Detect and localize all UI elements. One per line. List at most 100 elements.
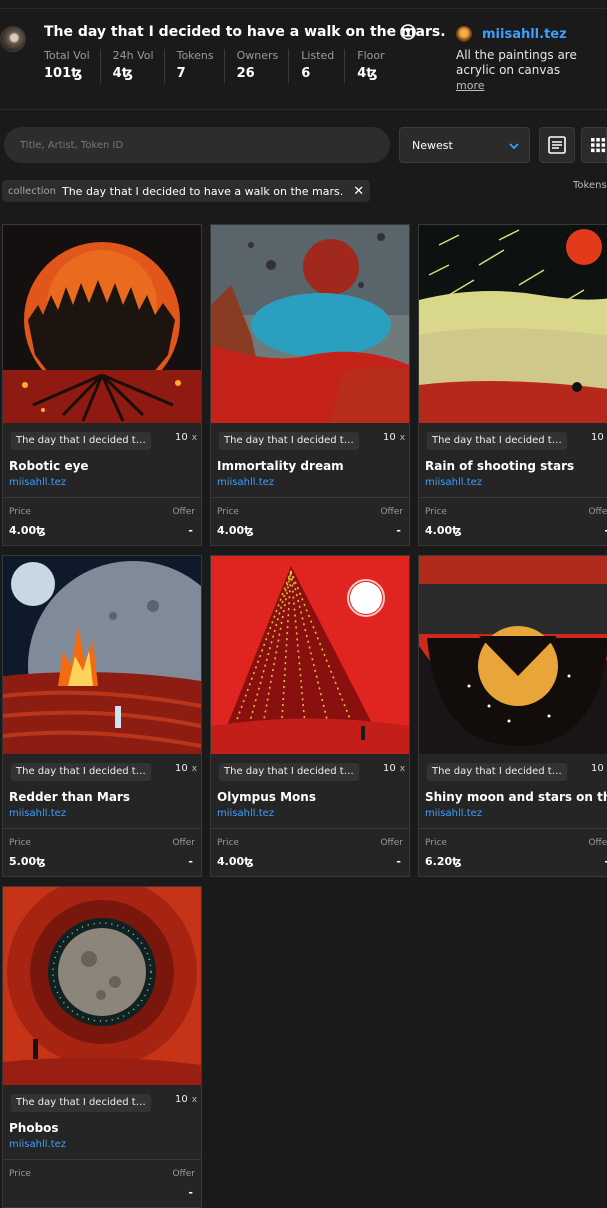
card-creator[interactable]: miisahll.tez <box>425 808 482 819</box>
search-box[interactable] <box>4 127 390 163</box>
stat-value: 4ꜩ <box>357 66 378 81</box>
tokens-label: Tokens <box>573 180 607 191</box>
more-link[interactable]: more <box>456 79 485 92</box>
stat-floor: Floor 4ꜩ <box>357 49 394 83</box>
header-divider <box>0 109 607 110</box>
card-collection-tag[interactable]: The day that I decided to have a walk on… <box>427 763 567 781</box>
artist-link[interactable]: miisahll.tez <box>456 26 567 42</box>
offer-label: Offer <box>172 507 195 517</box>
stat-value: 26 <box>236 66 255 81</box>
card-title[interactable]: Immortality dream <box>217 459 344 473</box>
card-price: 4.00ꜩ <box>9 524 46 537</box>
card-divider <box>419 497 607 498</box>
collection-stats: Total Vol 101ꜩ 24h Vol 4ꜩ Tokens 7 Owner… <box>44 49 407 83</box>
times-icon: x <box>399 764 406 774</box>
close-icon[interactable]: ✕ <box>353 184 364 199</box>
artwork-image[interactable] <box>3 887 201 1085</box>
stat-value: 4ꜩ <box>112 66 133 81</box>
card-creator[interactable]: miisahll.tez <box>9 808 66 819</box>
stat-listed: Listed 6 <box>301 49 346 83</box>
card-editions: 10x <box>383 432 405 443</box>
card-collection-tag[interactable]: The day that I decided to have a walk on… <box>11 432 151 450</box>
card-divider <box>211 497 409 498</box>
card-collection-tag[interactable]: The day that I decided to have a walk on… <box>11 763 151 781</box>
chip-key: collection <box>8 185 56 197</box>
artist-name[interactable]: miisahll.tez <box>482 27 567 42</box>
times-icon: x <box>399 433 406 443</box>
token-card[interactable]: The day that I decided to have a walk on… <box>210 224 410 546</box>
artist-description: All the paintings are acrylic on canvas <box>456 48 577 77</box>
card-title[interactable]: Robotic eye <box>9 459 89 473</box>
card-collection-tag[interactable]: The day that I decided to have a walk on… <box>219 763 359 781</box>
card-collection-tag[interactable]: The day that I decided to have a walk on… <box>11 1094 151 1112</box>
artwork-image[interactable] <box>3 556 201 754</box>
card-collection-tag[interactable]: The day that I decided to have a walk on… <box>219 432 359 450</box>
card-collection-tag[interactable]: The day that I decided to have a walk on… <box>427 432 567 450</box>
price-label: Price <box>425 507 447 517</box>
token-card[interactable]: The day that I decided to have a walk on… <box>2 555 202 877</box>
artwork-image[interactable] <box>211 556 409 754</box>
price-label: Price <box>9 838 31 848</box>
card-title[interactable]: Redder than Mars <box>9 790 130 804</box>
offer-label: Offer <box>172 1169 195 1179</box>
grid-view-icon <box>591 137 606 152</box>
chip-value: The day that I decided to have a walk on… <box>61 184 344 198</box>
artwork-image[interactable] <box>211 225 409 423</box>
token-card[interactable]: The day that I decided to have a walk on… <box>2 886 202 1208</box>
card-divider <box>3 828 201 829</box>
artwork-image[interactable] <box>419 556 607 754</box>
grid-view-button[interactable] <box>581 127 607 163</box>
card-editions: 10x <box>383 763 405 774</box>
collection-title: The day that I decided to have a walk on… <box>44 24 446 40</box>
price-label: Price <box>217 507 239 517</box>
card-offer: - <box>396 524 401 537</box>
times-icon: x <box>191 764 198 774</box>
card-divider <box>419 828 607 829</box>
editions-count: 10 <box>591 763 604 774</box>
stat-24h-vol: 24h Vol 4ꜩ <box>113 49 165 83</box>
sort-dropdown[interactable]: Newest <box>399 127 530 163</box>
artwork-image[interactable] <box>419 225 607 423</box>
card-title[interactable]: Rain of shooting stars <box>425 459 574 473</box>
editions-count: 10 <box>175 432 188 443</box>
stat-tokens: Tokens 7 <box>177 49 225 83</box>
stat-label: Listed <box>301 49 335 62</box>
card-price: 4.00ꜩ <box>425 524 462 537</box>
token-card[interactable]: The day that I decided to have a walk on… <box>2 224 202 546</box>
card-creator[interactable]: miisahll.tez <box>425 477 482 488</box>
collection-avatar[interactable] <box>0 26 26 52</box>
editions-count: 10 <box>383 763 396 774</box>
user-circle-icon[interactable] <box>400 24 416 40</box>
card-creator[interactable]: miisahll.tez <box>217 808 274 819</box>
token-card[interactable]: The day that I decided to have a walk on… <box>418 555 607 877</box>
editions-count: 10 <box>175 1094 188 1105</box>
card-price: 4.00ꜩ <box>217 524 254 537</box>
price-label: Price <box>9 1169 31 1179</box>
editions-count: 10 <box>591 432 604 443</box>
price-label: Price <box>217 838 239 848</box>
card-price: 6.20ꜩ <box>425 855 462 868</box>
card-divider <box>3 497 201 498</box>
filter-chip-collection[interactable]: collection The day that I decided to hav… <box>2 180 371 202</box>
stat-label: Tokens <box>176 49 214 62</box>
artist-avatar <box>456 26 472 42</box>
card-creator[interactable]: miisahll.tez <box>9 1139 66 1150</box>
chevron-down-icon <box>509 143 519 150</box>
card-offer: - <box>396 855 401 868</box>
search-input[interactable] <box>4 127 390 163</box>
card-title[interactable]: Olympus Mons <box>217 790 316 804</box>
token-card[interactable]: The day that I decided to have a walk on… <box>210 555 410 877</box>
card-title[interactable]: Shiny moon and stars on the mars <box>425 790 607 804</box>
artwork-image[interactable] <box>3 225 201 423</box>
card-title[interactable]: Phobos <box>9 1121 59 1135</box>
card-editions: 10x <box>175 432 197 443</box>
card-creator[interactable]: miisahll.tez <box>217 477 274 488</box>
offer-label: Offer <box>172 838 195 848</box>
stat-value: 6 <box>301 66 311 81</box>
card-creator[interactable]: miisahll.tez <box>9 477 66 488</box>
card-editions: 10x <box>591 763 607 774</box>
editions-count: 10 <box>383 432 396 443</box>
list-view-icon <box>548 136 566 154</box>
token-card[interactable]: The day that I decided to have a walk on… <box>418 224 607 546</box>
list-view-button[interactable] <box>539 127 575 163</box>
